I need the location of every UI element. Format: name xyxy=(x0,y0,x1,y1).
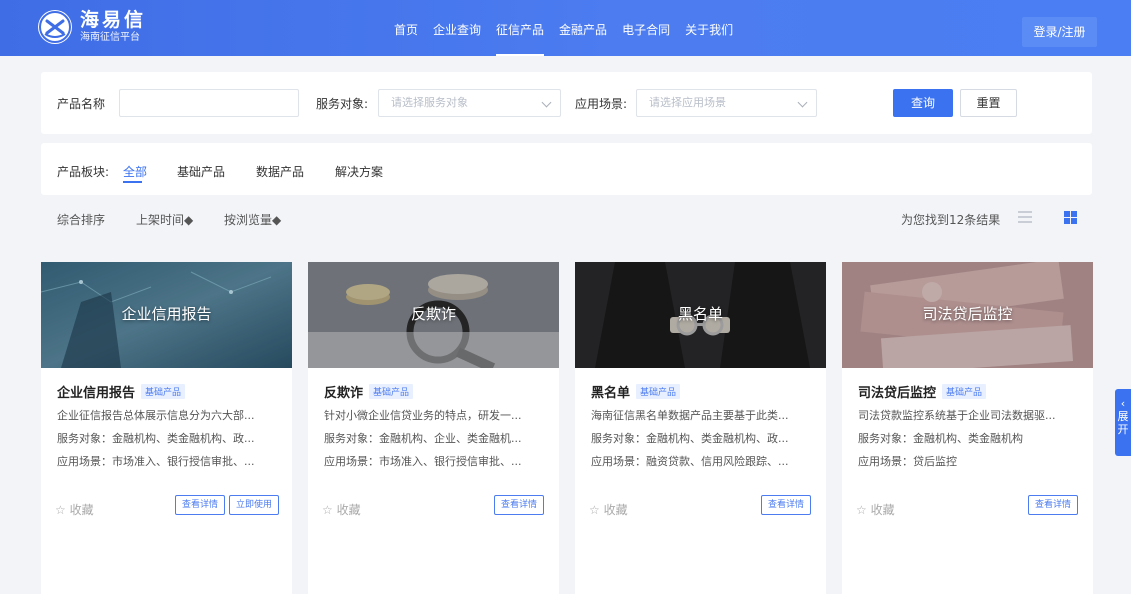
card-service-target: 服务对象：金融机构、类金融机构 xyxy=(858,432,1023,445)
card-image-title: 反欺诈 xyxy=(410,305,456,323)
brand-title: 海易信 xyxy=(80,9,147,31)
card-title[interactable]: 企业信用报告 xyxy=(57,382,135,401)
nav-company-query[interactable]: 企业查询 xyxy=(433,0,481,56)
expand-side-tab[interactable]: ‹ 展 开 xyxy=(1115,389,1131,456)
card-image: 反欺诈 xyxy=(308,262,559,368)
side-tab-char: 展 xyxy=(1117,410,1129,423)
top-header: 海易信 海南征信平台 首页 企业查询 征信产品 金融产品 电子合同 关于我们 登… xyxy=(0,0,1131,56)
card-image-title: 黑名单 xyxy=(677,305,723,323)
search-button[interactable]: 查询 xyxy=(893,89,953,117)
category-tab-solutions[interactable]: 解决方案 xyxy=(335,163,383,180)
view-details-button[interactable]: 查看详情 xyxy=(175,495,225,515)
category-panel: 产品板块: 全部 基础产品 数据产品 解决方案 xyxy=(41,143,1092,195)
service-target-label: 服务对象: xyxy=(316,97,369,111)
nav-financial-products[interactable]: 金融产品 xyxy=(559,0,607,56)
view-details-button[interactable]: 查看详情 xyxy=(494,495,544,515)
login-register-button[interactable]: 登录/注册 xyxy=(1022,17,1097,47)
app-scene-placeholder: 请选择应用场景 xyxy=(649,96,726,109)
brand-logo[interactable]: 海易信 海南征信平台 xyxy=(38,10,146,44)
card-description: 海南征信黑名单数据产品主要基于此类... xyxy=(591,409,789,422)
card-service-target: 服务对象：金融机构、类金融机构、政... xyxy=(591,432,789,445)
favorite-button[interactable]: ☆ 收藏 xyxy=(856,501,895,518)
product-card[interactable]: 司法贷后监控 司法贷后监控 基础产品 司法贷款监控系统基于企业司法数据驱... … xyxy=(842,262,1093,594)
card-image: 黑名单 xyxy=(575,262,826,368)
chevron-left-icon: ‹ xyxy=(1120,397,1126,410)
card-app-scene: 应用场景：市场准入、银行授信审批、... xyxy=(324,455,522,468)
list-view-icon[interactable] xyxy=(1018,211,1032,223)
card-image: 司法贷后监控 xyxy=(842,262,1093,368)
sort-comprehensive[interactable]: 综合排序 xyxy=(57,211,105,228)
card-title[interactable]: 黑名单 xyxy=(591,382,630,401)
card-app-scene: 应用场景：融资贷款、信用风险跟踪、... xyxy=(591,455,789,468)
nav-home[interactable]: 首页 xyxy=(394,0,418,56)
chevron-down-icon xyxy=(541,97,552,108)
side-tab-char: 开 xyxy=(1117,423,1129,436)
view-details-button[interactable]: 查看详情 xyxy=(1028,495,1078,515)
card-title[interactable]: 司法贷后监控 xyxy=(858,382,936,401)
card-image: 企业信用报告 xyxy=(41,262,292,368)
card-description: 针对小微企业信贷业务的特点，研发一... xyxy=(324,409,522,422)
product-name-input[interactable] xyxy=(119,89,299,117)
app-scene-label: 应用场景: xyxy=(575,97,628,111)
card-title[interactable]: 反欺诈 xyxy=(324,382,363,401)
result-count: 为您找到12条结果 xyxy=(901,213,1001,227)
main-nav: 首页 企业查询 征信产品 金融产品 电子合同 关于我们 xyxy=(394,0,748,56)
use-now-button[interactable]: 立即使用 xyxy=(229,495,279,515)
chevron-down-icon xyxy=(797,97,808,108)
category-tab-all[interactable]: 全部 xyxy=(123,163,147,180)
nav-credit-products[interactable]: 征信产品 xyxy=(496,0,545,56)
logo-mark-icon xyxy=(38,10,72,44)
favorite-button[interactable]: ☆ 收藏 xyxy=(589,501,628,518)
card-image-title: 企业信用报告 xyxy=(121,305,212,323)
favorite-button[interactable]: ☆ 收藏 xyxy=(55,501,94,518)
card-description: 企业征信报告总体展示信息分为六大部... xyxy=(57,409,255,422)
product-card[interactable]: 企业信用报告 企业信用报告 基础产品 企业征信报告总体展示信息分为六大部... … xyxy=(41,262,292,594)
reset-button[interactable]: 重置 xyxy=(960,89,1017,117)
card-app-scene: 应用场景：贷后监控 xyxy=(858,455,957,468)
sort-listing-time[interactable]: 上架时间◆ xyxy=(136,211,193,228)
sort-bar: 综合排序 上架时间◆ 按浏览量◆ 为您找到12条结果 xyxy=(41,203,1092,235)
card-badge: 基础产品 xyxy=(369,383,414,399)
search-panel: 产品名称 服务对象: 请选择服务对象 应用场景: 请选择应用场景 查询 重置 xyxy=(41,72,1092,134)
card-badge: 基础产品 xyxy=(636,383,681,399)
nav-e-contract[interactable]: 电子合同 xyxy=(622,0,670,56)
active-tab-indicator xyxy=(123,181,142,183)
card-service-target: 服务对象：金融机构、企业、类金融机... xyxy=(324,432,522,445)
view-details-button[interactable]: 查看详情 xyxy=(761,495,811,515)
category-tab-basic[interactable]: 基础产品 xyxy=(177,163,225,180)
product-card[interactable]: 黑名单 黑名单 基础产品 海南征信黑名单数据产品主要基于此类... 服务对象：金… xyxy=(575,262,826,594)
favorite-button[interactable]: ☆ 收藏 xyxy=(322,501,361,518)
category-tab-data[interactable]: 数据产品 xyxy=(256,163,304,180)
card-badge: 基础产品 xyxy=(141,383,186,399)
card-service-target: 服务对象：金融机构、类金融机构、政... xyxy=(57,432,255,445)
app-scene-select[interactable]: 请选择应用场景 xyxy=(636,89,817,117)
category-label: 产品板块: xyxy=(57,165,110,179)
brand-subtitle: 海南征信平台 xyxy=(80,32,140,43)
grid-view-icon[interactable] xyxy=(1064,211,1077,224)
sort-views[interactable]: 按浏览量◆ xyxy=(224,211,281,228)
product-card[interactable]: 反欺诈 反欺诈 基础产品 针对小微企业信贷业务的特点，研发一... 服务对象：金… xyxy=(308,262,559,594)
card-badge: 基础产品 xyxy=(942,383,987,399)
service-target-select[interactable]: 请选择服务对象 xyxy=(378,89,561,117)
card-app-scene: 应用场景：市场准入、银行授信审批、... xyxy=(57,455,255,468)
nav-about-us[interactable]: 关于我们 xyxy=(685,0,733,56)
service-target-placeholder: 请选择服务对象 xyxy=(391,96,468,109)
product-name-label: 产品名称 xyxy=(57,97,106,111)
card-description: 司法贷款监控系统基于企业司法数据驱... xyxy=(858,409,1056,422)
card-image-title: 司法贷后监控 xyxy=(922,305,1013,323)
